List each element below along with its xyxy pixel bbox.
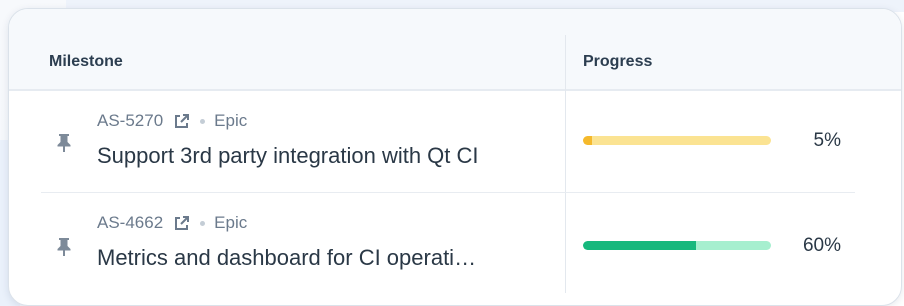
progress-percent: 60% [802, 235, 841, 256]
issue-meta: AS-5270 Epic [97, 111, 247, 131]
issue-type-label: Epic [214, 213, 248, 232]
progress-bar-fill [583, 241, 696, 250]
column-header-progress[interactable]: Progress [583, 53, 652, 71]
column-header-milestone[interactable]: Milestone [49, 53, 123, 71]
table-header: Milestone Progress [9, 9, 901, 91]
pin-icon[interactable] [55, 133, 73, 153]
milestones-table-card: Milestone Progress AS-5270 Epic Support … [8, 8, 902, 306]
progress-bar [583, 136, 771, 145]
issue-key-link[interactable]: AS-5270 [97, 111, 163, 131]
row-divider [41, 192, 855, 193]
table-row[interactable]: AS-5270 Epic Support 3rd party integrati… [9, 93, 901, 193]
milestone-title[interactable]: Support 3rd party integration with Qt CI [97, 143, 549, 169]
external-link-icon[interactable] [173, 215, 190, 232]
separator-dot [200, 220, 206, 226]
progress-percent: 5% [813, 130, 841, 151]
progress-bar-fill [583, 136, 593, 145]
pin-icon[interactable] [55, 237, 73, 257]
separator-dot [200, 118, 206, 124]
external-link-icon[interactable] [173, 113, 190, 130]
progress-bar [583, 241, 771, 250]
issue-type-label: Epic [214, 111, 248, 130]
issue-key-link[interactable]: AS-4662 [97, 213, 163, 233]
issue-meta: AS-4662 Epic [97, 213, 247, 233]
milestone-title[interactable]: Metrics and dashboard for CI operati… [97, 245, 549, 271]
table-row[interactable]: AS-4662 Epic Metrics and dashboard for C… [9, 195, 901, 295]
